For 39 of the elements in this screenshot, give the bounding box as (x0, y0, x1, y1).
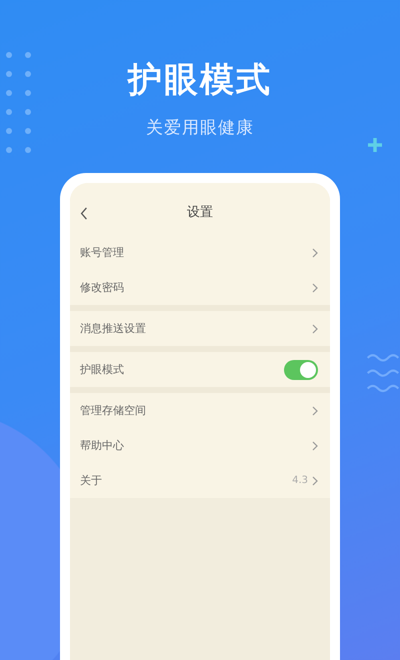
row-label: 护眼模式 (80, 362, 124, 377)
chevron-icon (312, 406, 318, 416)
dot-icon (25, 147, 31, 153)
dot-icon (6, 71, 12, 77)
settings-row[interactable]: 账号管理 (70, 235, 330, 270)
headline: 护眼模式 (128, 59, 272, 102)
dot-icon (6, 128, 12, 134)
dot-icon (6, 52, 12, 58)
plus-icon (368, 138, 382, 152)
tagline: 关爱用眼健康 (146, 117, 254, 139)
version-text: 4.3 (292, 475, 308, 486)
settings-row[interactable]: 帮助中心 (70, 428, 330, 463)
dot-icon (25, 109, 31, 115)
row-label: 修改密码 (80, 280, 124, 295)
chevron-icon (312, 248, 318, 258)
row-label: 账号管理 (80, 245, 124, 260)
dot-icon (6, 90, 12, 96)
toggle-switch[interactable] (284, 360, 318, 380)
chevron-icon (312, 476, 318, 486)
dot-icon (6, 147, 12, 153)
settings-row[interactable]: 管理存储空间 (70, 393, 330, 428)
dot-icon (25, 90, 31, 96)
settings-row[interactable]: 关于 4.3 (70, 463, 330, 498)
dot-icon (25, 71, 31, 77)
settings-row[interactable]: 护眼模式 (70, 352, 330, 387)
dot-icon (6, 109, 12, 115)
chevron-icon (312, 440, 318, 450)
row-label: 帮助中心 (80, 438, 124, 453)
row-label: 关于 (80, 473, 102, 488)
row-label: 管理存储空间 (80, 403, 146, 418)
screen-title: 设置 (187, 204, 213, 221)
chevron-icon (312, 282, 318, 292)
settings-row[interactable]: 修改密码 (70, 270, 330, 305)
dot-icon (25, 128, 31, 134)
chevron-icon (312, 324, 318, 334)
dot-icon (25, 52, 31, 58)
back-icon[interactable] (80, 207, 88, 220)
settings-row[interactable]: 消息推送设置 (70, 311, 330, 346)
row-label: 消息推送设置 (80, 321, 146, 336)
